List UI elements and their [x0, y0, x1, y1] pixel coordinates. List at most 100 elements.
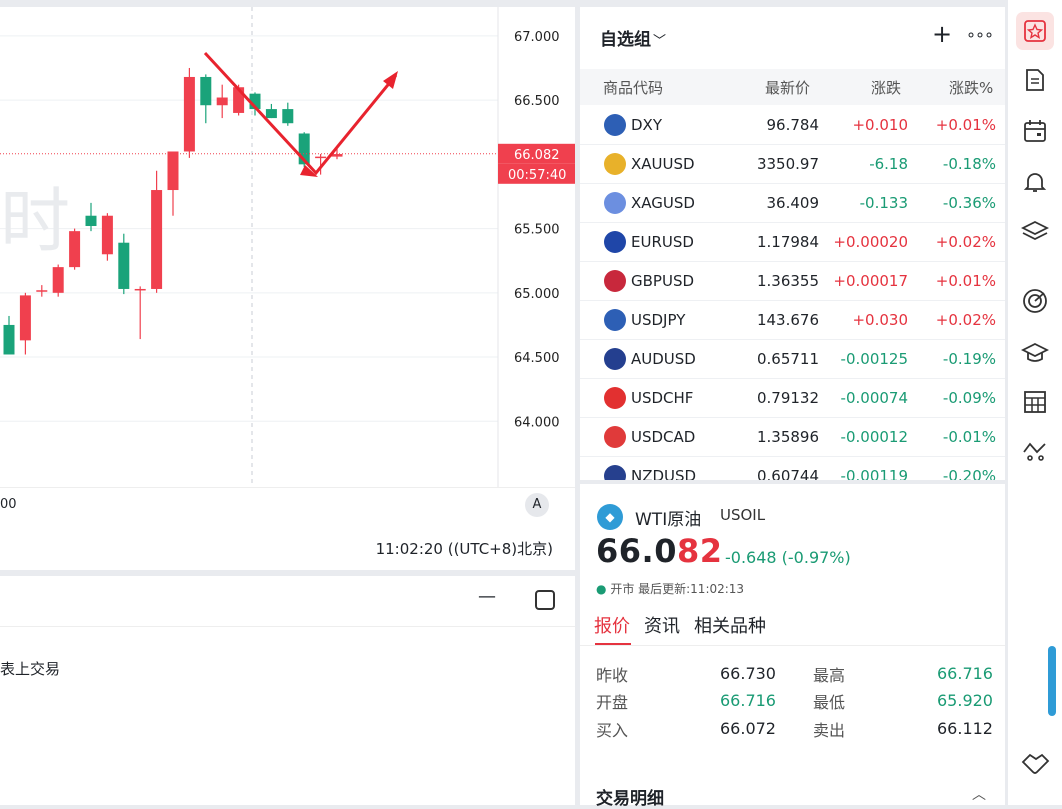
graduation-cap-icon[interactable] [1020, 338, 1050, 368]
header-change[interactable]: 涨跌 [871, 77, 901, 98]
row-last-price: 1.17984 [756, 233, 819, 251]
row-change: -0.00119 [840, 467, 908, 480]
candle-body [134, 288, 146, 291]
watchlist-row[interactable]: DXY 96.784 +0.010 +0.01% [580, 106, 1005, 145]
flag-icon [604, 465, 626, 480]
row-last-price: 3350.97 [756, 155, 819, 173]
y-tick-label: 67.000 [514, 30, 560, 45]
time-axis-strip: 00 A [0, 487, 575, 520]
watchlist-row[interactable]: NZDUSD 0.60744 -0.00119 -0.20% [580, 457, 1005, 480]
watchlist-group-selector[interactable]: 自选组 ﹀ [600, 25, 666, 50]
drawn-arrow-line [203, 51, 398, 176]
row-change-pct: -0.20% [942, 467, 996, 480]
clock-strip: 11:02:20 ((UTC+8)北京) [0, 520, 575, 570]
y-tick-label: 65.500 [514, 223, 560, 238]
row-change-pct: -0.36% [942, 194, 996, 212]
row-symbol: XAUUSD [631, 155, 695, 173]
row-last-price: 1.35896 [756, 428, 819, 446]
row-last-price: 96.784 [766, 116, 820, 134]
handshake-icon[interactable] [1020, 749, 1050, 779]
candle-body [36, 290, 48, 292]
row-symbol: DXY [631, 116, 662, 134]
status-dot-icon: ● [596, 582, 607, 596]
open-value: 66.716 [720, 691, 776, 710]
row-symbol: XAGUSD [631, 194, 695, 212]
watchlist-row[interactable]: EURUSD 1.17984 +0.00020 +0.02% [580, 223, 1005, 262]
tab-news[interactable]: 资讯 [644, 612, 680, 638]
row-change-pct: +0.02% [935, 311, 996, 329]
flag-icon [604, 387, 626, 409]
right-toolbar [1008, 0, 1062, 805]
row-symbol: AUDUSD [631, 350, 696, 368]
watchlist-row[interactable]: AUDUSD 0.65711 -0.00125 -0.19% [580, 340, 1005, 379]
auto-scale-button[interactable]: A [525, 493, 549, 517]
watchlist-row[interactable]: USDJPY 143.676 +0.030 +0.02% [580, 301, 1005, 340]
maximize-button[interactable] [535, 590, 555, 610]
tab-quote[interactable]: 报价 [594, 612, 630, 638]
watermark: 时 [0, 180, 70, 262]
header-symbol[interactable]: 商品代码 [603, 77, 663, 98]
row-change-pct: -0.19% [942, 350, 996, 368]
flag-icon [604, 231, 626, 253]
candlestick-chart[interactable]: 67.000 66.500 65.500 65.000 64.500 64.000 时 66.… [0, 7, 575, 487]
minimize-button[interactable]: — [478, 586, 496, 607]
ask-value: 66.112 [937, 719, 993, 738]
tab-related[interactable]: 相关品种 [694, 612, 766, 638]
row-last-price: 0.79132 [756, 389, 819, 407]
add-icon[interactable]: + [932, 20, 952, 48]
candle-body [331, 154, 343, 157]
chart-panel[interactable]: 67.000 66.500 65.500 65.000 64.500 64.000 时 66.… [0, 7, 575, 487]
flag-icon [604, 426, 626, 448]
watchlist-title: 自选组 [600, 30, 651, 50]
instrument-detail: ◆ WTI原油 USOIL 66.082 -0.648 (-0.97%) ● 开… [580, 484, 1005, 809]
candle-body [167, 151, 179, 191]
row-symbol: GBPUSD [631, 272, 695, 290]
calendar-icon[interactable] [1020, 116, 1050, 146]
countdown-tag: 00:57:40 [508, 168, 566, 183]
watchlist-row[interactable]: GBPUSD 1.36355 +0.00017 +0.01% [580, 262, 1005, 301]
header-change-pct[interactable]: 涨跌% [949, 77, 993, 98]
row-last-price: 1.36355 [756, 272, 819, 290]
watchlist-row[interactable]: USDCAD 1.35896 -0.00012 -0.01% [580, 418, 1005, 457]
chevron-up-icon[interactable]: ︿ [972, 784, 986, 804]
header-price[interactable]: 最新价 [765, 77, 810, 98]
row-symbol: USDCHF [631, 389, 694, 407]
watchlist-row[interactable]: XAGUSD 36.409 -0.133 -0.36% [580, 184, 1005, 223]
watchlist-star-icon[interactable] [1020, 16, 1050, 46]
trade-panel: — 表上交易 [0, 576, 575, 805]
strategy-icon[interactable] [1020, 436, 1050, 466]
high-value: 66.716 [937, 664, 993, 683]
candle-body [183, 76, 195, 152]
watchlist-panel: 自选组 ﹀ + ∘∘∘ 商品代码 最新价 涨跌 涨跌% DXY 96.784 +0.0… [580, 7, 1005, 480]
flag-icon [604, 270, 626, 292]
radar-icon[interactable] [1020, 286, 1050, 316]
document-icon[interactable] [1020, 65, 1050, 95]
y-tick-label: 64.000 [514, 415, 560, 430]
detail-tabs: 报价 资讯 相关品种 [580, 608, 1005, 646]
candle-body [315, 156, 327, 159]
row-symbol: USDCAD [631, 428, 696, 446]
low-value: 65.920 [937, 691, 993, 710]
prev-close-label: 昨收 [596, 666, 629, 685]
candle-body [118, 242, 130, 289]
flag-icon [604, 153, 626, 175]
row-change: -0.00012 [840, 428, 908, 446]
flag-icon [604, 192, 626, 214]
row-change-pct: +0.02% [935, 233, 996, 251]
candle-body [200, 76, 212, 106]
watchlist-row[interactable]: XAUUSD 3350.97 -6.18 -0.18% [580, 145, 1005, 184]
more-icon[interactable]: ∘∘∘ [966, 25, 994, 44]
thermometer-icon[interactable] [1048, 646, 1056, 716]
chevron-down-icon: ﹀ [653, 34, 667, 49]
watchlist-header: 商品代码 最新价 涨跌 涨跌% [580, 69, 1005, 105]
table-icon[interactable] [1020, 387, 1050, 417]
layers-icon[interactable] [1020, 216, 1050, 246]
bell-icon[interactable] [1020, 167, 1050, 197]
y-tick-label: 64.500 [514, 351, 560, 366]
trade-message: 表上交易 [0, 660, 61, 678]
watchlist-row[interactable]: USDCHF 0.79132 -0.00074 -0.09% [580, 379, 1005, 418]
flag-icon [604, 114, 626, 136]
candle-body [69, 231, 81, 268]
row-change: +0.00020 [833, 233, 908, 251]
y-tick-label: 65.000 [514, 287, 560, 302]
